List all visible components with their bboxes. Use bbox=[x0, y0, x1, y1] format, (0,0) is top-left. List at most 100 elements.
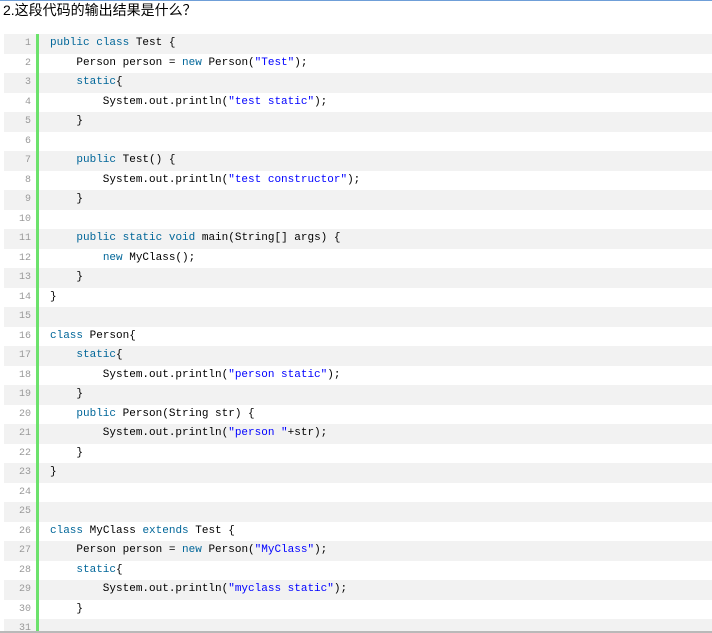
code-keyword: static bbox=[76, 76, 117, 88]
code-text: public Person(String str) { bbox=[39, 405, 712, 425]
code-token: ); bbox=[327, 368, 341, 381]
code-text: public Test() { bbox=[39, 151, 712, 171]
code-line: 29 System.out.println("myclass static"); bbox=[4, 580, 712, 600]
code-line: 1 public class Test { bbox=[4, 34, 712, 54]
line-number: 7 bbox=[24, 155, 31, 166]
code-token: { bbox=[116, 349, 123, 361]
code-line: 12 new MyClass(); bbox=[4, 248, 712, 268]
code-line: 15 bbox=[4, 307, 712, 327]
line-number: 26 bbox=[18, 525, 31, 537]
code-text: static{ bbox=[39, 561, 712, 581]
code-text: } bbox=[39, 463, 712, 483]
code-token: } bbox=[50, 446, 84, 459]
line-number: 2 bbox=[24, 57, 31, 69]
code-keyword: class bbox=[50, 329, 84, 342]
code-token: Person( bbox=[201, 544, 255, 556]
line-number: 1 bbox=[24, 38, 31, 49]
code-text: Person person = new Person("MyClass"); bbox=[39, 541, 712, 561]
code-line: 7 public Test() { bbox=[4, 151, 712, 171]
code-keyword: new bbox=[182, 544, 202, 556]
code-token: } bbox=[50, 466, 57, 478]
line-number: 21 bbox=[18, 428, 31, 439]
code-line: 10 bbox=[4, 209, 712, 229]
code-line: 16 class Person{ bbox=[4, 326, 712, 347]
code-text: } bbox=[39, 600, 712, 620]
code-string: "person static" bbox=[228, 368, 328, 381]
code-line: 14} bbox=[4, 287, 712, 308]
code-text: System.out.println("test static"); bbox=[39, 93, 712, 113]
code-keyword: new bbox=[102, 251, 123, 264]
code-token: ); bbox=[333, 583, 348, 595]
code-line: 2 Person person = new Person("Test"); bbox=[4, 53, 712, 74]
code-text: } bbox=[39, 288, 712, 308]
code-text: class Person{ bbox=[39, 327, 712, 347]
code-line: 25 bbox=[4, 502, 712, 522]
code-line: 6 bbox=[4, 131, 712, 152]
code-token: } bbox=[50, 115, 84, 127]
code-line: 27 Person person = new Person("MyClass")… bbox=[4, 541, 712, 561]
code-string: "Test" bbox=[254, 56, 295, 69]
code-keyword: public bbox=[50, 37, 90, 49]
code-keyword: static bbox=[76, 349, 117, 361]
line-number: 12 bbox=[18, 252, 31, 264]
code-line: 13 } bbox=[4, 268, 712, 288]
code-keyword: static bbox=[76, 563, 117, 576]
code-line: 18 System.out.println("person static"); bbox=[4, 365, 712, 386]
code-token: System.out.println( bbox=[50, 583, 229, 595]
code-line: 28 static{ bbox=[4, 560, 712, 581]
code-text: } bbox=[39, 112, 712, 132]
code-string: "test constructor" bbox=[228, 173, 348, 186]
code-token: MyClass bbox=[83, 524, 143, 537]
code-token: Person(String str) { bbox=[116, 407, 255, 420]
code-token: Test() { bbox=[116, 154, 176, 166]
code-token: { bbox=[116, 563, 123, 576]
code-token: } bbox=[50, 602, 84, 615]
code-token: +str); bbox=[287, 427, 328, 439]
code-line: 22 } bbox=[4, 443, 712, 463]
code-text: } bbox=[39, 190, 712, 210]
code-text: Person person = new Person("Test"); bbox=[39, 54, 712, 74]
code-token: Person( bbox=[201, 56, 255, 69]
line-number: 4 bbox=[24, 96, 31, 108]
line-number: 27 bbox=[18, 545, 31, 556]
line-number: 25 bbox=[18, 506, 31, 517]
code-line: 24 bbox=[4, 482, 712, 502]
line-number: 28 bbox=[18, 564, 31, 576]
code-text: System.out.println("person static"); bbox=[39, 366, 712, 386]
line-number: 13 bbox=[18, 272, 31, 283]
code-text: } bbox=[39, 268, 712, 288]
code-token: System.out.println( bbox=[50, 173, 229, 186]
code-text: static{ bbox=[39, 346, 712, 366]
code-text: public class Test { bbox=[39, 34, 712, 54]
line-number: 22 bbox=[18, 447, 31, 459]
line-number: 18 bbox=[18, 369, 31, 381]
code-keyword: public bbox=[76, 232, 117, 244]
code-keyword: void bbox=[168, 232, 196, 244]
code-line: 9 } bbox=[4, 190, 712, 210]
code-text: System.out.println("person "+str); bbox=[39, 424, 712, 444]
line-number: 19 bbox=[18, 389, 31, 400]
code-string: "test static" bbox=[228, 95, 315, 108]
code-line: 4 System.out.println("test static"); bbox=[4, 92, 712, 113]
code-line: 30 } bbox=[4, 599, 712, 620]
code-line: 19 } bbox=[4, 385, 712, 405]
code-string: "myclass static" bbox=[228, 583, 334, 595]
line-number: 15 bbox=[18, 311, 31, 322]
code-text: System.out.println("test constructor"); bbox=[39, 171, 712, 191]
line-number: 24 bbox=[18, 486, 31, 498]
line-number: 20 bbox=[18, 408, 31, 420]
code-token: MyClass(); bbox=[122, 251, 196, 264]
code-token: Person{ bbox=[83, 329, 136, 342]
line-number: 10 bbox=[18, 213, 31, 225]
code-token: { bbox=[116, 76, 123, 88]
